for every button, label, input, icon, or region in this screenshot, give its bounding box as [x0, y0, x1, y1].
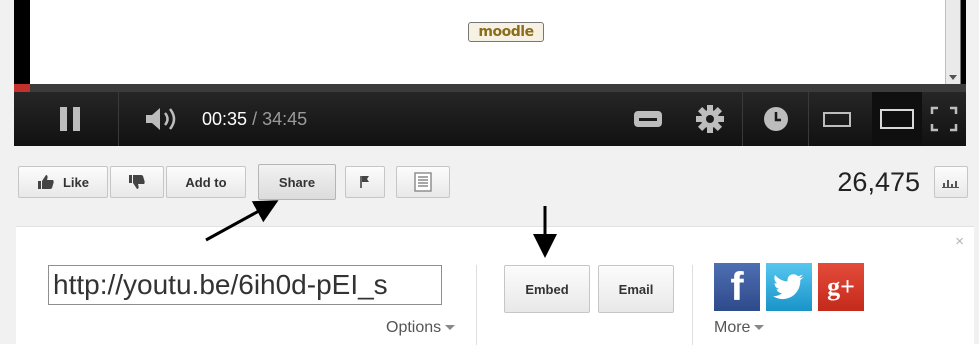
share-label: Share: [278, 174, 316, 190]
facebook-share-button[interactable]: f: [714, 263, 760, 311]
like-label: Like: [62, 174, 89, 190]
fullscreen-button[interactable]: [924, 92, 964, 146]
flag-icon: [360, 176, 369, 188]
video-frame[interactable]: moodle: [30, 0, 961, 84]
player-controls: 00:35 / 34:45: [14, 92, 966, 146]
dislike-button[interactable]: [110, 166, 164, 198]
more-dropdown[interactable]: More: [714, 319, 765, 337]
watch-later-button[interactable]: [754, 92, 798, 146]
gear-icon: [696, 105, 724, 133]
captions-icon: [634, 111, 662, 127]
email-label: Email: [618, 281, 654, 297]
settings-button[interactable]: [690, 92, 730, 146]
scroll-down-arrow-icon[interactable]: [949, 75, 957, 80]
moodle-logo: moodle: [468, 22, 544, 42]
video-player[interactable]: moodle 00:35 / 34:45: [14, 0, 966, 146]
time-display: 00:35 / 34:45: [202, 92, 362, 146]
progress-fill: [14, 84, 31, 92]
embed-button[interactable]: Embed: [504, 265, 590, 313]
flag-button[interactable]: [345, 166, 385, 198]
twitter-share-button[interactable]: [766, 263, 812, 311]
chevron-down-icon: [445, 325, 456, 331]
close-icon[interactable]: ×: [955, 233, 964, 250]
video-scrollbar[interactable]: [945, 0, 960, 84]
share-url-input[interactable]: http://youtu.be/6ih0d-pEI_s: [48, 265, 442, 305]
google-plus-share-button[interactable]: g+: [818, 263, 864, 311]
thumbs-down-icon: [129, 175, 145, 189]
pause-button[interactable]: [50, 92, 90, 146]
volume-button[interactable]: [134, 92, 194, 146]
stats-icon: [942, 180, 959, 188]
chevron-down-icon: [754, 325, 765, 331]
embed-label: Embed: [525, 281, 569, 297]
duration: 34:45: [262, 108, 308, 129]
options-dropdown[interactable]: Options: [386, 319, 456, 337]
small-player-button[interactable]: [814, 92, 860, 146]
action-bar: Like Add to Share 26,475: [0, 146, 979, 216]
divider: [692, 265, 693, 345]
volume-icon: [146, 108, 176, 130]
large-player-icon: [880, 109, 914, 129]
stats-button[interactable]: [934, 166, 968, 198]
facebook-icon: f: [730, 264, 744, 309]
divider: [476, 265, 477, 345]
pause-icon: [57, 107, 83, 131]
view-count: 26,475: [837, 167, 920, 197]
thumbs-up-icon: [37, 175, 54, 189]
share-panel: × http://youtu.be/6ih0d-pEI_s Options Em…: [16, 226, 974, 345]
current-time: 00:35: [202, 108, 248, 129]
page: moodle 00:35 / 34:45 Like Add to Share 2…: [0, 0, 979, 345]
email-button[interactable]: Email: [598, 265, 674, 313]
google-plus-icon: g+: [827, 272, 855, 301]
progress-bar[interactable]: [14, 84, 966, 92]
fullscreen-icon: [930, 106, 958, 132]
add-to-button[interactable]: Add to: [166, 166, 246, 198]
transcript-button[interactable]: [396, 166, 450, 198]
add-to-label: Add to: [185, 174, 227, 190]
clock-icon: [764, 107, 788, 131]
options-label: Options: [386, 319, 442, 336]
controls-divider: [742, 92, 743, 146]
like-button[interactable]: Like: [18, 166, 108, 198]
twitter-icon: [773, 274, 804, 300]
captions-button[interactable]: [628, 92, 668, 146]
large-player-button[interactable]: [872, 92, 922, 146]
transcript-icon: [414, 172, 432, 192]
share-button[interactable]: Share: [258, 164, 336, 200]
controls-divider: [808, 92, 809, 146]
small-player-icon: [823, 112, 851, 127]
moodle-logo-text: moodle: [478, 24, 534, 40]
controls-divider: [118, 92, 119, 146]
more-label: More: [714, 319, 751, 336]
